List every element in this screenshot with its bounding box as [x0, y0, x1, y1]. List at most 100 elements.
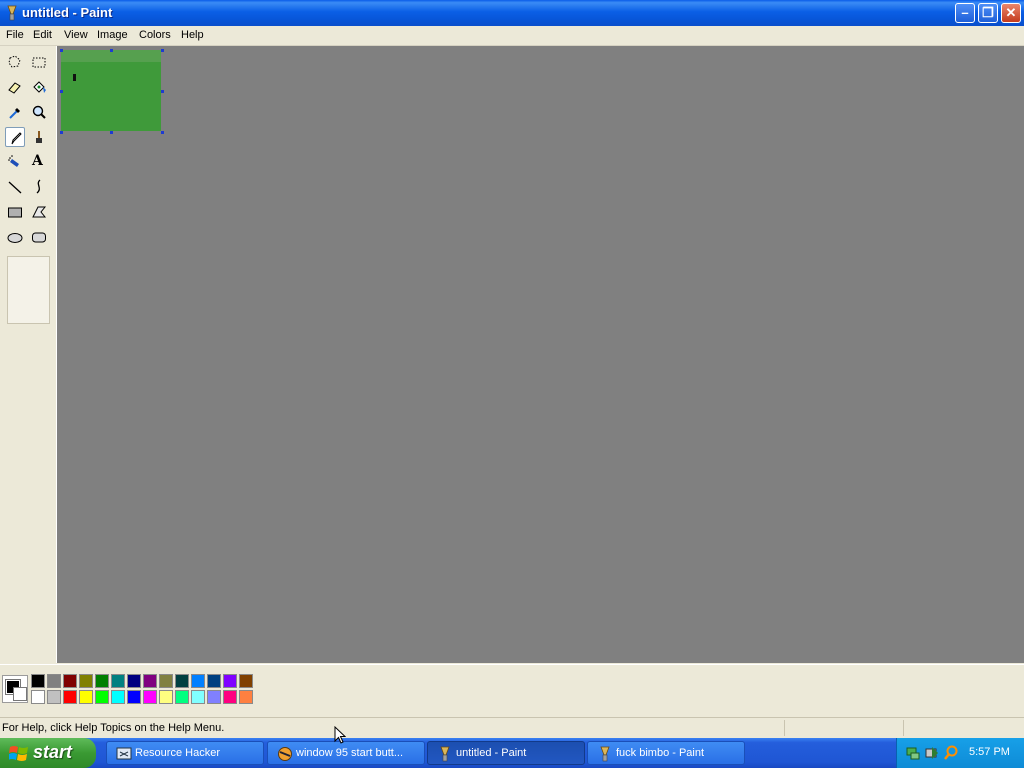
eraser-icon	[8, 82, 21, 94]
resize-handle-top-right	[161, 49, 164, 52]
palette-swatch[interactable]	[239, 674, 253, 688]
background-color	[13, 687, 27, 701]
palette-swatch[interactable]	[31, 674, 45, 688]
resize-handle-bottom-right[interactable]	[161, 131, 164, 134]
resize-handle-bottom-left	[60, 131, 63, 134]
palette-swatch[interactable]	[223, 674, 237, 688]
paint-icon	[600, 746, 610, 762]
task-button-bimbo-paint[interactable]: fuck bimbo - Paint	[587, 741, 745, 765]
eyedropper-icon	[9, 108, 20, 119]
palette-swatch[interactable]	[159, 690, 173, 704]
menu-colors[interactable]: Colors	[139, 29, 171, 41]
palette-swatch[interactable]	[63, 674, 77, 688]
palette-swatch[interactable]	[191, 674, 205, 688]
palette-swatch[interactable]	[127, 674, 141, 688]
restore-icon: ❐	[982, 5, 994, 20]
polygon-icon	[32, 206, 47, 218]
palette-swatch[interactable]	[143, 674, 157, 688]
palette-swatch[interactable]	[175, 674, 189, 688]
menu-file[interactable]: File	[6, 29, 24, 41]
menu-bar: File Edit View Image Colors Help	[0, 26, 1024, 46]
task-button-browser[interactable]: window 95 start butt...	[267, 741, 425, 765]
tool-magnifier[interactable]	[29, 102, 49, 122]
status-bar: For Help, click Help Topics on the Help …	[0, 717, 1024, 739]
windows-logo-icon	[9, 746, 28, 761]
palette-swatch[interactable]	[223, 690, 237, 704]
menu-image[interactable]: Image	[97, 29, 128, 41]
browser-icon	[278, 747, 292, 761]
restore-button[interactable]: ❐	[978, 3, 998, 23]
palette-swatch[interactable]	[207, 690, 221, 704]
toolbox: A	[0, 46, 57, 663]
palette-swatch[interactable]	[79, 674, 93, 688]
menu-view[interactable]: View	[64, 29, 88, 41]
task-label: fuck bimbo - Paint	[616, 747, 705, 759]
drawing-canvas[interactable]	[61, 50, 161, 131]
minimize-icon: –	[961, 5, 969, 20]
palette-swatch[interactable]	[127, 690, 141, 704]
tool-options-panel[interactable]	[7, 256, 50, 324]
magnifier-icon	[32, 105, 46, 119]
paint-bucket-icon	[33, 81, 46, 93]
status-divider	[784, 720, 785, 736]
safely-remove-hardware-icon[interactable]	[924, 745, 940, 761]
palette-swatch[interactable]	[191, 690, 205, 704]
palette-swatch[interactable]	[31, 690, 45, 704]
tool-rectangle[interactable]	[5, 202, 25, 222]
paint-icon	[440, 746, 450, 762]
resize-handle-right[interactable]	[161, 90, 164, 93]
rectangle-icon	[8, 207, 22, 218]
tool-curve[interactable]	[29, 177, 49, 197]
ellipse-icon	[7, 233, 23, 243]
taskbar: start Resource Hacker window 95 start bu…	[0, 738, 1024, 768]
menu-help[interactable]: Help	[181, 29, 204, 41]
tool-text[interactable]: A	[29, 152, 49, 172]
palette-swatch[interactable]	[111, 674, 125, 688]
tool-brush[interactable]	[29, 127, 49, 147]
resize-handle-top	[110, 49, 113, 52]
palette-swatch[interactable]	[239, 690, 253, 704]
close-button[interactable]: ✕	[1001, 3, 1021, 23]
palette-swatch[interactable]	[47, 674, 61, 688]
tool-eraser[interactable]	[5, 77, 25, 97]
text-icon: A	[32, 153, 43, 169]
task-button-resource-hacker[interactable]: Resource Hacker	[106, 741, 264, 765]
tool-line[interactable]	[5, 177, 25, 197]
palette-swatch[interactable]	[79, 690, 93, 704]
tool-free-form-select[interactable]	[5, 52, 25, 72]
window-title: untitled - Paint	[22, 5, 113, 20]
menu-edit[interactable]: Edit	[33, 29, 52, 41]
palette-swatch[interactable]	[143, 690, 157, 704]
rectangle-select-icon	[32, 57, 46, 68]
minimize-button[interactable]: –	[955, 3, 975, 23]
palette-swatch[interactable]	[63, 690, 77, 704]
palette-swatch[interactable]	[207, 674, 221, 688]
tool-airbrush[interactable]	[5, 152, 25, 172]
palette-swatch[interactable]	[95, 674, 109, 688]
workspace	[57, 46, 1024, 663]
title-bar[interactable]: untitled - Paint – ❐ ✕	[0, 0, 1024, 26]
status-divider	[903, 720, 904, 736]
palette-swatch[interactable]	[47, 690, 61, 704]
pencil-icon	[11, 132, 22, 145]
tool-ellipse[interactable]	[5, 227, 25, 247]
palette-swatch[interactable]	[95, 690, 109, 704]
tool-rectangle-select[interactable]	[29, 52, 49, 72]
start-button[interactable]: start	[0, 738, 96, 768]
palette-swatch[interactable]	[111, 690, 125, 704]
rounded-rectangle-icon	[32, 232, 46, 243]
tool-polygon[interactable]	[29, 202, 49, 222]
color-palette-bar	[0, 664, 1024, 713]
resize-handle-bottom[interactable]	[110, 131, 113, 134]
task-button-untitled-paint[interactable]: untitled - Paint	[427, 741, 585, 765]
search-icon[interactable]	[943, 745, 959, 761]
tool-fill[interactable]	[29, 77, 49, 97]
tool-pick-color[interactable]	[5, 102, 25, 122]
current-colors[interactable]	[2, 675, 28, 703]
free-form-select-icon	[8, 55, 21, 68]
network-icon[interactable]	[906, 745, 920, 761]
palette-swatch[interactable]	[159, 674, 173, 688]
tool-rounded-rectangle[interactable]	[29, 227, 49, 247]
tool-pencil[interactable]	[5, 127, 25, 147]
palette-swatch[interactable]	[175, 690, 189, 704]
